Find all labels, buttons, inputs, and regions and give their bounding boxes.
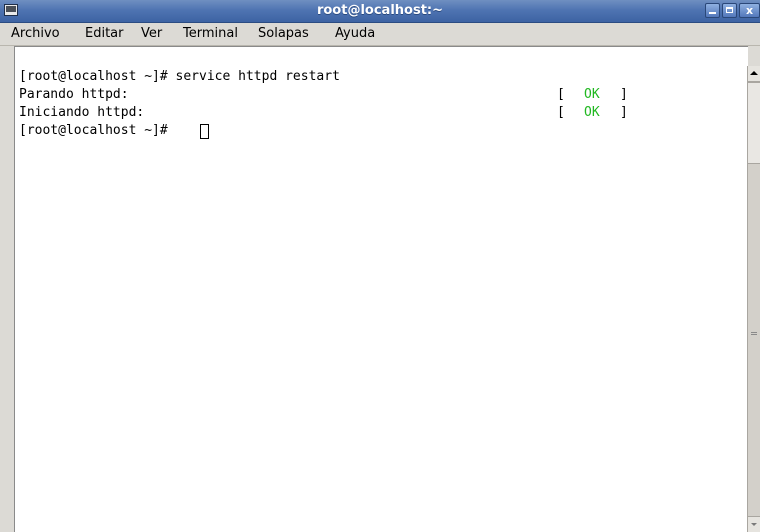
- menu-ver[interactable]: Ver: [141, 23, 162, 45]
- menu-solapas[interactable]: Solapas: [258, 23, 309, 45]
- terminal-top: [14, 46, 748, 67]
- vertical-scrollbar[interactable]: [747, 66, 760, 532]
- menu-bar: Archivo Editar Ver Terminal Solapas Ayud…: [0, 23, 760, 46]
- close-icon[interactable]: x: [739, 3, 760, 18]
- scrollbar-thumb[interactable]: [748, 82, 760, 164]
- title-bar[interactable]: root@localhost:~ x: [0, 0, 760, 23]
- menu-terminal[interactable]: Terminal: [183, 23, 238, 45]
- window-title: root@localhost:~: [316, 3, 444, 18]
- menu-ayuda[interactable]: Ayuda: [335, 23, 375, 45]
- terminal-line-start: Iniciando httpd:: [19, 105, 145, 120]
- minimize-icon[interactable]: [705, 3, 720, 18]
- terminal-line-prompt: [root@localhost ~]#: [19, 123, 176, 138]
- status-ok: OK: [584, 105, 600, 120]
- maximize-icon[interactable]: [722, 3, 737, 18]
- status-close-bracket: ]: [620, 87, 628, 102]
- terminal-line-command: [root@localhost ~]# service httpd restar…: [19, 69, 340, 84]
- scrollbar-grip-icon: [751, 332, 757, 333]
- terminal-frame: [0, 46, 14, 532]
- terminal-line-stop: Parando httpd:: [19, 87, 129, 102]
- menu-archivo[interactable]: Archivo: [11, 23, 60, 45]
- status-open-bracket: [: [557, 105, 565, 120]
- menu-editar[interactable]: Editar: [85, 23, 124, 45]
- scroll-up-icon[interactable]: [748, 66, 760, 82]
- status-open-bracket: [: [557, 87, 565, 102]
- status-ok: OK: [584, 87, 600, 102]
- text-cursor: [200, 124, 209, 139]
- terminal-window: root@localhost:~ x Archivo Editar Ver Te…: [0, 0, 760, 532]
- scroll-down-icon[interactable]: [748, 516, 760, 532]
- status-close-bracket: ]: [620, 105, 628, 120]
